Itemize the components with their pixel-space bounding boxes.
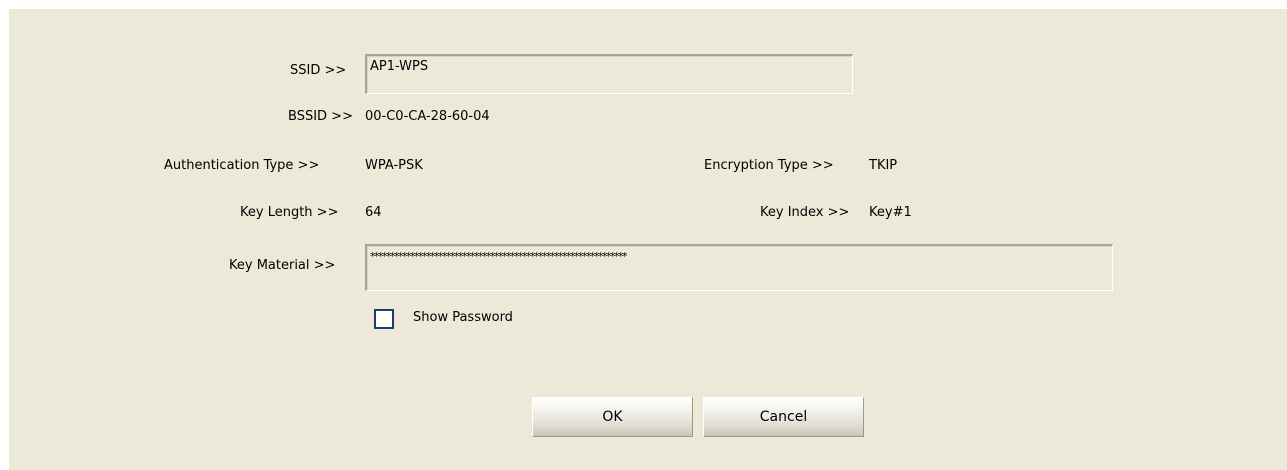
bssid-value: 00-C0-CA-28-60-04: [365, 109, 490, 124]
key-index-value: Key#1: [869, 205, 912, 220]
encryption-type-value: TKIP: [869, 158, 898, 173]
encryption-type-label: Encryption Type >>: [704, 158, 834, 173]
authentication-type-label: Authentication Type >>: [164, 158, 320, 173]
bssid-label: BSSID >>: [288, 109, 353, 124]
key-length-label: Key Length >>: [240, 205, 339, 220]
authentication-type-value: WPA-PSK: [365, 158, 423, 173]
key-index-label: Key Index >>: [760, 205, 850, 220]
key-length-value: 64: [365, 205, 382, 220]
show-password-label[interactable]: Show Password: [413, 310, 513, 326]
cancel-button[interactable]: Cancel: [703, 397, 864, 437]
ssid-label: SSID >>: [290, 63, 347, 78]
key-material-label: Key Material >>: [229, 258, 336, 273]
ssid-field[interactable]: AP1-WPS: [365, 54, 853, 94]
ok-button[interactable]: OK: [532, 397, 693, 437]
key-material-field[interactable]: ****************************************…: [365, 244, 1113, 291]
show-password-checkbox[interactable]: [374, 309, 394, 329]
